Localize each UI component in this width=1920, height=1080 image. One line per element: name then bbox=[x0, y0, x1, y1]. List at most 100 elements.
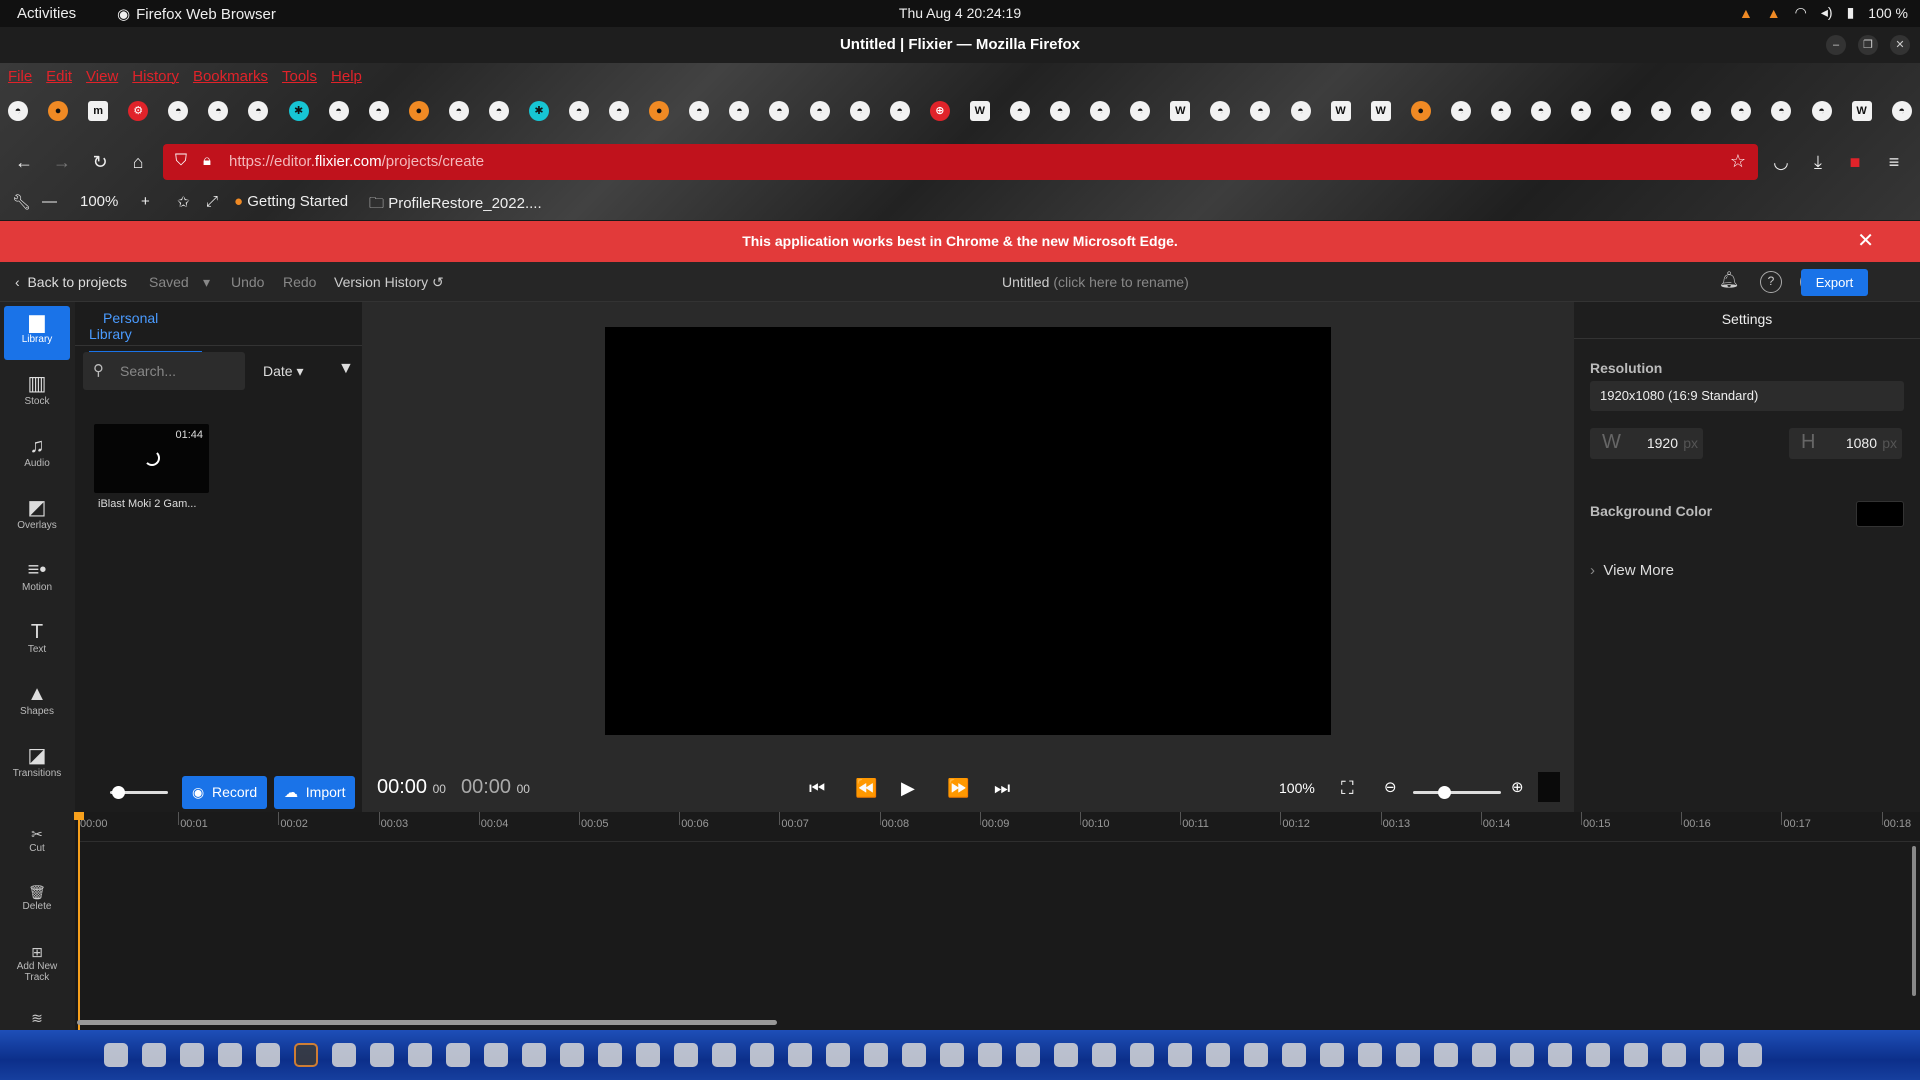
back-to-projects-button[interactable]: ‹ Back to projects bbox=[15, 274, 127, 290]
github-bookmark-icon[interactable]: ◓ bbox=[1290, 101, 1311, 121]
github-bookmark-icon[interactable]: ◓ bbox=[849, 101, 870, 121]
dock-app-icon[interactable] bbox=[674, 1043, 698, 1067]
add-track-tool[interactable]: ⊞ Add New Track bbox=[4, 944, 70, 983]
dock-app-icon[interactable] bbox=[826, 1043, 850, 1067]
dock-app-icon[interactable] bbox=[1092, 1043, 1116, 1067]
github-bookmark-icon[interactable]: ◓ bbox=[1530, 101, 1551, 121]
dock-app-icon[interactable] bbox=[522, 1043, 546, 1067]
dock-app-icon[interactable] bbox=[1016, 1043, 1040, 1067]
wiki-bookmark-icon[interactable]: W bbox=[969, 101, 990, 121]
width-value[interactable]: 1920 bbox=[1647, 435, 1678, 451]
dock-app-icon[interactable] bbox=[1396, 1043, 1420, 1067]
dock-app-icon[interactable] bbox=[332, 1043, 356, 1067]
fullscreen-icon[interactable]: ⛶ bbox=[1341, 778, 1354, 799]
m-bookmark-icon[interactable]: m bbox=[88, 101, 109, 121]
dock-app-icon[interactable] bbox=[636, 1043, 660, 1067]
timeline-vertical-scrollbar[interactable] bbox=[1912, 846, 1916, 996]
clock[interactable]: Thu Aug 4 20:24:19 bbox=[0, 5, 1920, 21]
github-bookmark-icon[interactable]: ◓ bbox=[769, 101, 790, 121]
github-bookmark-icon[interactable]: ◓ bbox=[1771, 101, 1792, 121]
shield-icon[interactable]: ⛉ bbox=[175, 152, 187, 170]
menu-file[interactable]: File bbox=[8, 63, 32, 91]
dock-app-icon[interactable] bbox=[788, 1043, 812, 1067]
height-field[interactable]: H 1080 px bbox=[1789, 428, 1902, 459]
dock-app-icon[interactable] bbox=[1320, 1043, 1344, 1067]
dock-app-icon[interactable] bbox=[864, 1043, 888, 1067]
timeline-zoom-out-icon[interactable]: ⊖ bbox=[1384, 778, 1397, 796]
github-bookmark-icon[interactable]: ◓ bbox=[1250, 101, 1271, 121]
rewind-icon[interactable]: ⏪ bbox=[855, 778, 877, 799]
close-window-icon[interactable]: ✕ bbox=[1890, 35, 1910, 55]
github-bookmark-icon[interactable]: ◓ bbox=[609, 101, 630, 121]
dock-app-icon[interactable] bbox=[1206, 1043, 1230, 1067]
playhead[interactable] bbox=[78, 812, 80, 1030]
system-tray[interactable]: ▲ ▲ ◠ ◂) ▮ 100 % bbox=[1739, 4, 1908, 21]
bell-icon[interactable]: 🔔︎ bbox=[1718, 271, 1740, 293]
zoom-level[interactable]: 100% bbox=[80, 193, 118, 210]
rail-item-library[interactable]: ▆ Library bbox=[4, 306, 70, 360]
rail-item-overlays[interactable]: ◩ Overlays bbox=[4, 492, 70, 546]
back-arrow-icon[interactable]: ← bbox=[12, 150, 36, 174]
play-icon[interactable]: ▶ bbox=[901, 778, 915, 799]
dock-app-icon[interactable] bbox=[218, 1043, 242, 1067]
fast-forward-icon[interactable]: ⏩ bbox=[947, 778, 969, 799]
dock-app-icon[interactable] bbox=[1624, 1043, 1648, 1067]
github-bookmark-icon[interactable]: ◓ bbox=[8, 101, 28, 121]
github-bookmark-icon[interactable]: ◓ bbox=[809, 101, 830, 121]
dock-app-icon[interactable] bbox=[1168, 1043, 1192, 1067]
zoom-out-icon[interactable]: — bbox=[42, 193, 57, 210]
delete-tool[interactable]: 🗑︎ Delete bbox=[4, 884, 70, 912]
rail-item-audio[interactable]: ♫ Audio bbox=[4, 430, 70, 484]
firefox-bookmark-icon[interactable]: ● bbox=[48, 101, 69, 121]
menu-history[interactable]: History bbox=[132, 63, 179, 91]
firefox-dock-icon[interactable] bbox=[294, 1043, 318, 1067]
url-bar[interactable]: ⛉ 🔒︎ https://editor.flixier.com/projects… bbox=[163, 144, 1758, 180]
github-bookmark-icon[interactable]: ◓ bbox=[1090, 101, 1111, 121]
github-bookmark-icon[interactable]: ◓ bbox=[1490, 101, 1511, 121]
menu-tools[interactable]: Tools bbox=[282, 63, 317, 91]
dock-app-icon[interactable] bbox=[940, 1043, 964, 1067]
dock-app-icon[interactable] bbox=[978, 1043, 1002, 1067]
bookmark-star-icon[interactable]: ☆ bbox=[1730, 151, 1746, 172]
github-bookmark-icon[interactable]: ◓ bbox=[729, 101, 750, 121]
record-button[interactable]: ◉ Record bbox=[182, 776, 268, 809]
undo-button[interactable]: Undo bbox=[231, 274, 264, 290]
rail-item-transitions[interactable]: ◪ Transitions bbox=[4, 740, 70, 794]
reload-icon[interactable]: ↻ bbox=[88, 150, 112, 174]
bookmark-getting-started[interactable]: ● Getting Started bbox=[234, 193, 348, 210]
dock-app-icon[interactable] bbox=[1472, 1043, 1496, 1067]
version-history-button[interactable]: Version History ↺ bbox=[334, 274, 444, 291]
export-button[interactable]: Export bbox=[1801, 269, 1868, 296]
github-bookmark-icon[interactable]: ◓ bbox=[569, 101, 590, 121]
github-bookmark-icon[interactable]: ◓ bbox=[1611, 101, 1632, 121]
tab-personal-library[interactable]: Personal Library bbox=[89, 310, 202, 353]
view-more-toggle[interactable]: › View More bbox=[1590, 562, 1674, 579]
minimize-icon[interactable]: – bbox=[1826, 35, 1846, 55]
url-text[interactable]: https://editor.flixier.com/projects/crea… bbox=[229, 153, 484, 170]
wiki-bookmark-icon[interactable]: W bbox=[1170, 101, 1191, 121]
forward-arrow-icon[interactable]: → bbox=[50, 150, 74, 174]
puzzle-bookmark-icon[interactable]: ✱ bbox=[529, 101, 550, 121]
dock-app-icon[interactable] bbox=[370, 1043, 394, 1067]
skip-to-end-icon[interactable]: ⏭ bbox=[994, 778, 1010, 799]
github-bookmark-icon[interactable]: ◓ bbox=[1450, 101, 1471, 121]
timeline-horizontal-scrollbar[interactable] bbox=[77, 1020, 777, 1025]
redo-button[interactable]: Redo bbox=[283, 274, 316, 290]
menu-bookmarks[interactable]: Bookmarks bbox=[193, 63, 268, 91]
github-bookmark-icon[interactable]: ◓ bbox=[1731, 101, 1752, 121]
help-icon[interactable]: ? bbox=[1760, 271, 1782, 293]
github-bookmark-icon[interactable]: ◓ bbox=[1130, 101, 1151, 121]
github-bookmark-icon[interactable]: ◓ bbox=[1009, 101, 1030, 121]
github-bookmark-icon[interactable]: ◓ bbox=[488, 101, 509, 121]
vlc-tray-icon[interactable]: ▲ bbox=[1739, 5, 1753, 21]
rail-item-shapes[interactable]: ▲ Shapes bbox=[4, 678, 70, 732]
dock-app-icon[interactable] bbox=[1434, 1043, 1458, 1067]
pocket-icon[interactable]: ◡ bbox=[1769, 150, 1793, 174]
cut-tool[interactable]: ✂ Cut bbox=[4, 826, 70, 854]
dock-app-icon[interactable] bbox=[1738, 1043, 1762, 1067]
wiki-bookmark-icon[interactable]: W bbox=[1851, 101, 1872, 121]
hamburger-menu-icon[interactable]: ≡ bbox=[1882, 150, 1906, 174]
github-bookmark-icon[interactable]: ◓ bbox=[1210, 101, 1231, 121]
firefox-orange-bookmark-icon[interactable]: ● bbox=[1410, 101, 1431, 121]
dock-app-icon[interactable] bbox=[1130, 1043, 1154, 1067]
